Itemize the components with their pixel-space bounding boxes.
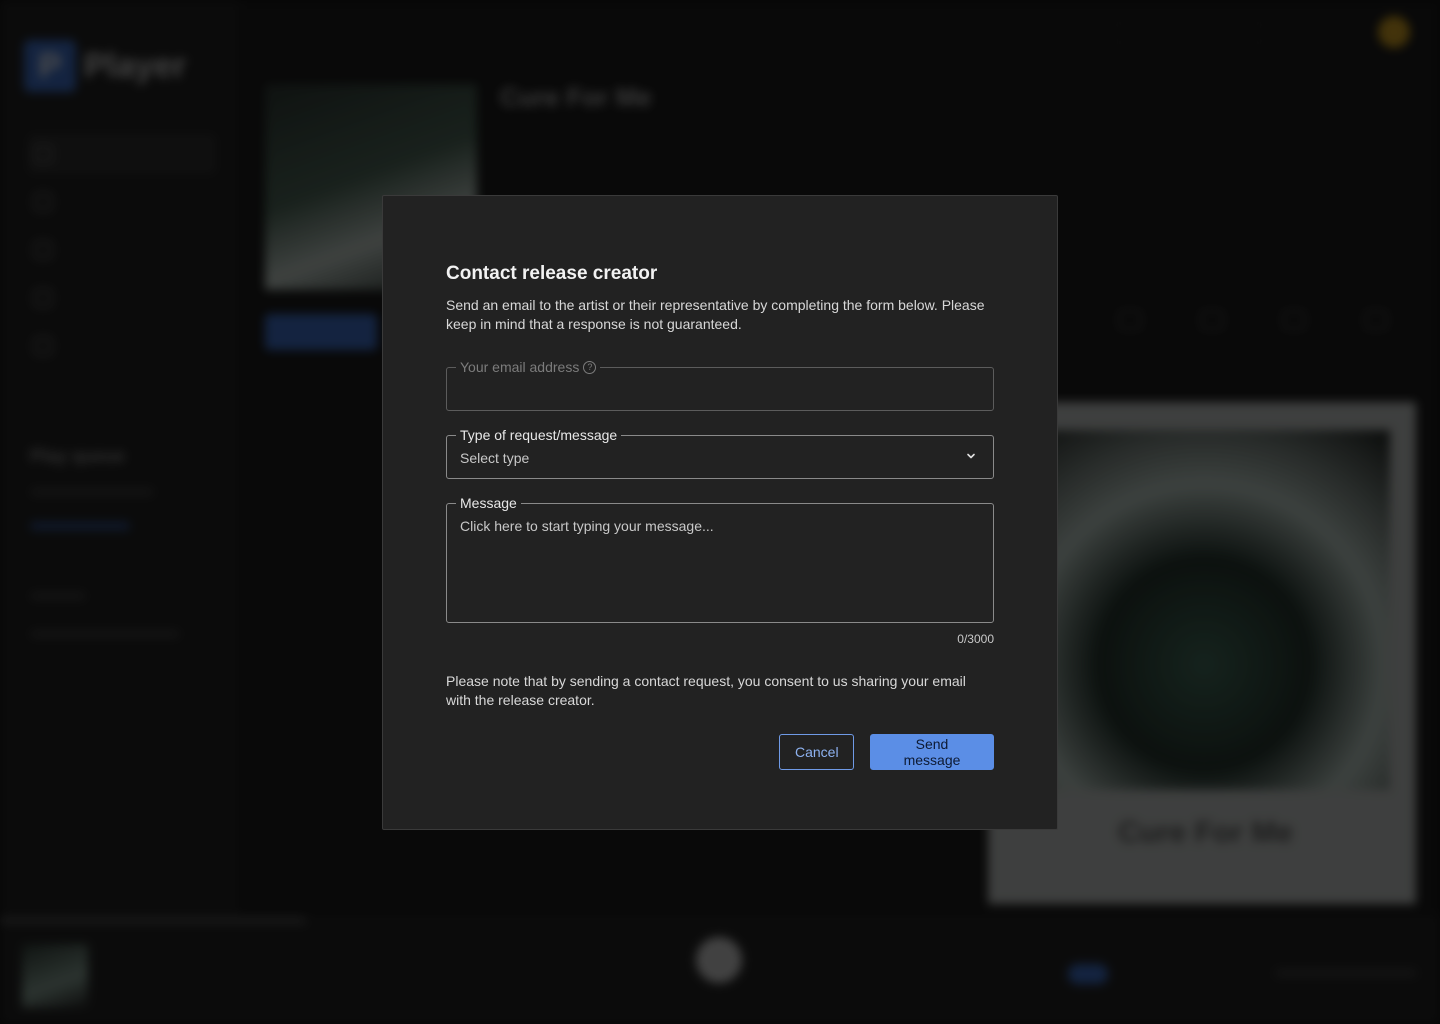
dialog-title: Contact release creator xyxy=(446,263,658,284)
dialog-description: Send an email to the artist or their rep… xyxy=(446,297,985,332)
dialog-actions: Cancel Send message xyxy=(446,734,994,770)
message-textarea[interactable] xyxy=(447,504,993,622)
cancel-button[interactable]: Cancel xyxy=(779,734,854,770)
send-message-button[interactable]: Send message xyxy=(870,734,994,770)
request-type-value: Select type xyxy=(460,450,530,466)
email-input[interactable] xyxy=(447,368,993,410)
dialog-body: Contact release creator Send an email to… xyxy=(446,262,994,770)
email-field[interactable]: Your email address ? xyxy=(446,358,994,411)
request-type-select[interactable]: Type of request/message Select type xyxy=(446,426,994,479)
contact-dialog: Contact release creator Send an email to… xyxy=(382,195,1058,830)
consent-note: Please note that by sending a contact re… xyxy=(446,673,966,708)
app-root: P Player Play queue Cure For Me Cure For… xyxy=(0,0,1440,1024)
chevron-down-icon xyxy=(967,453,975,459)
character-counter: 0/3000 xyxy=(957,632,994,646)
request-type-label: Type of request/message xyxy=(456,426,622,444)
message-field[interactable]: Message xyxy=(446,494,994,623)
